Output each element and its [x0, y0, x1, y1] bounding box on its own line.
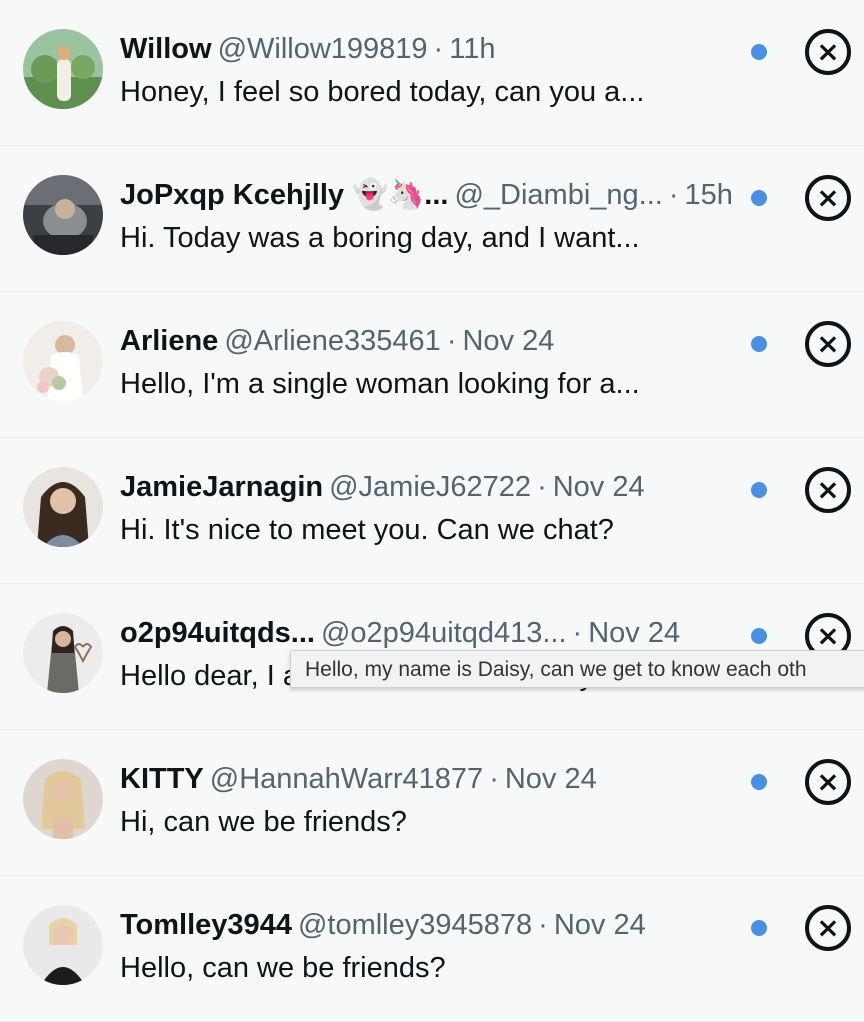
timestamp: Nov 24 [553, 909, 646, 941]
unread-dot-icon [751, 774, 767, 790]
sender-handle: @HannahWarr41877 [209, 763, 484, 795]
dismiss-button[interactable]: × [805, 467, 851, 513]
sender-handle: @JamieJ62722 [329, 471, 532, 503]
unread-dot-icon [751, 44, 767, 60]
message-header: Willow @Willow199819 · 11h [120, 30, 740, 68]
unread-dot-icon [751, 628, 767, 644]
unread-dot-icon [751, 336, 767, 352]
message-request-row[interactable]: Tomlley3944 @tomlley3945878 · Nov 24 Hello,… [0, 876, 864, 1022]
message-request-row[interactable]: Arliene @Arliene335461 · Nov 24 Hello, I'm … [0, 292, 864, 438]
close-icon: × [816, 35, 840, 68]
message-preview: Honey, I feel so bored today, can you a.… [120, 76, 645, 108]
avatar[interactable] [23, 321, 103, 401]
message-request-row[interactable]: Willow @Willow199819 · 11h Honey, I feel so… [0, 0, 864, 146]
dismiss-button[interactable]: × [805, 759, 851, 805]
avatar[interactable] [23, 759, 103, 839]
avatar[interactable] [23, 467, 103, 547]
separator: · [537, 471, 547, 503]
message-requests-list: Willow @Willow199819 · 11h Honey, I feel so… [0, 0, 864, 1022]
timestamp: 11h [449, 33, 496, 65]
separator: · [446, 325, 457, 357]
sender-name[interactable]: JamieJarnagin [120, 471, 323, 503]
dismiss-button[interactable]: × [805, 321, 851, 367]
message-preview: Hi, can we be friends? [120, 806, 407, 838]
timestamp: Nov 24 [588, 617, 681, 649]
separator: · [572, 617, 583, 649]
close-icon: × [816, 911, 840, 944]
avatar[interactable] [23, 29, 103, 109]
separator: · [538, 909, 548, 941]
close-icon: × [816, 473, 840, 506]
dismiss-button[interactable]: × [805, 29, 851, 75]
sender-name[interactable]: KITTY [120, 763, 204, 795]
message-preview: Hello, I'm a single woman looking for a.… [120, 368, 640, 400]
message-request-row[interactable]: JoPxqp Kcehjlly 👻🦄... @_Diambi_ng... · 15h … [0, 146, 864, 292]
unread-dot-icon [751, 190, 767, 206]
message-request-row[interactable]: KITTY @HannahWarr41877 · Nov 24 Hi, can we … [0, 730, 864, 876]
avatar[interactable] [23, 905, 103, 985]
avatar[interactable] [23, 175, 103, 255]
sender-handle: @tomlley3945878 [297, 909, 533, 941]
message-header: Arliene @Arliene335461 · Nov 24 [120, 322, 740, 360]
sender-handle: @_Diambi_ng... [454, 179, 663, 211]
message-preview: Hello, can we be friends? [120, 952, 446, 984]
sender-name[interactable]: Arliene [120, 325, 218, 357]
message-header: JoPxqp Kcehjlly 👻🦄... @_Diambi_ng... · 15h [120, 176, 740, 214]
dismiss-button[interactable]: × [805, 905, 851, 951]
sender-name[interactable]: Tomlley3944 [120, 909, 292, 941]
sender-handle: @o2p94uitqd413... [320, 617, 567, 649]
message-header: JamieJarnagin @JamieJ62722 · Nov 24 [120, 468, 740, 506]
message-header: Tomlley3944 @tomlley3945878 · Nov 24 [120, 906, 740, 944]
separator: · [489, 763, 499, 795]
timestamp: 15h [684, 179, 733, 211]
message-preview: Hi. It's nice to meet you. Can we chat? [120, 514, 614, 546]
unread-dot-icon [751, 482, 767, 498]
separator: · [433, 33, 444, 65]
close-icon: × [816, 327, 840, 360]
close-icon: × [816, 181, 840, 214]
sender-name[interactable]: o2p94uitqds... [120, 617, 315, 649]
unread-dot-icon [751, 920, 767, 936]
avatar[interactable] [23, 613, 103, 693]
message-header: o2p94uitqds... @o2p94uitqd413... · Nov 24 [120, 614, 740, 652]
timestamp: Nov 24 [462, 325, 555, 357]
separator: · [668, 179, 679, 211]
dismiss-button[interactable]: × [805, 175, 851, 221]
timestamp: Nov 24 [504, 763, 597, 795]
tooltip: Hello, my name is Daisy, can we get to k… [290, 650, 864, 688]
message-request-row[interactable]: JamieJarnagin @JamieJ62722 · Nov 24 Hi. It'… [0, 438, 864, 584]
sender-name[interactable]: Willow [120, 33, 212, 65]
message-preview: Hi. Today was a boring day, and I want..… [120, 222, 640, 254]
sender-handle: @Arliene335461 [224, 325, 441, 357]
close-icon: × [816, 765, 840, 798]
close-icon: × [816, 619, 840, 652]
sender-name[interactable]: JoPxqp Kcehjlly 👻🦄... [120, 179, 448, 211]
timestamp: Nov 24 [552, 471, 645, 503]
sender-handle: @Willow199819 [217, 33, 428, 65]
message-header: KITTY @HannahWarr41877 · Nov 24 [120, 760, 740, 798]
